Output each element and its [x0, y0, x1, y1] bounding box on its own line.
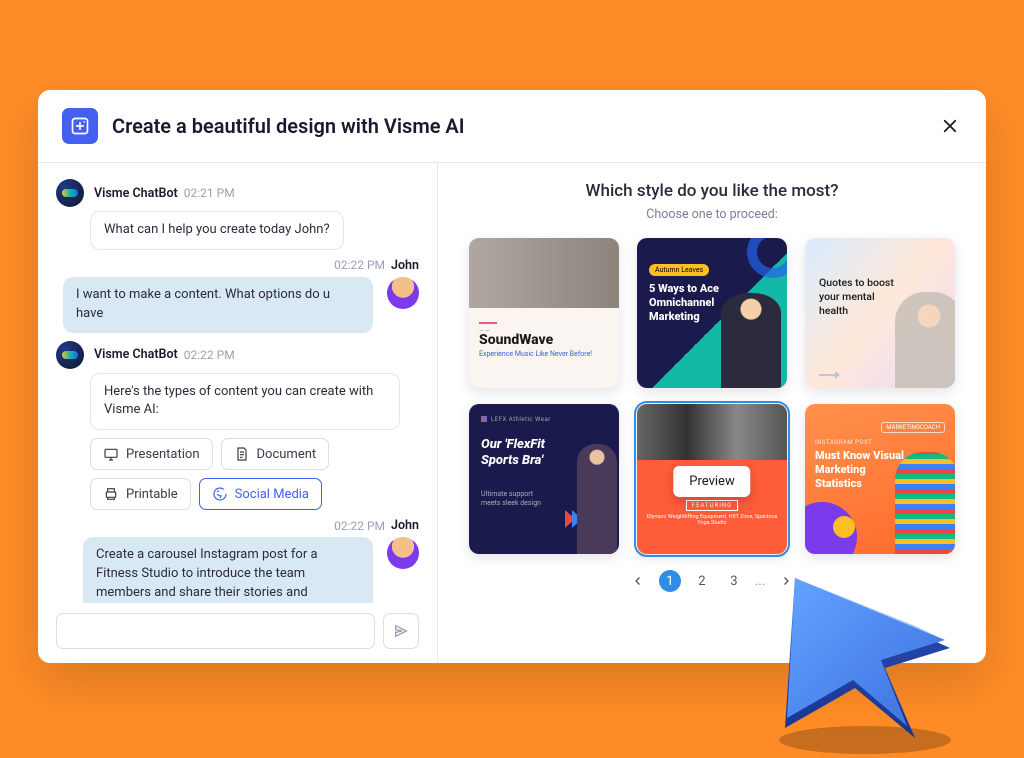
chevron-right-icon — [780, 575, 792, 587]
printable-icon — [103, 486, 119, 502]
style-title: Which style do you like the most? — [466, 181, 958, 201]
style-panel: Which style do you like the most? Choose… — [438, 163, 986, 663]
timestamp: 02:22 PM — [334, 258, 385, 272]
pager-page-3[interactable]: 3 — [723, 570, 745, 592]
message-bubble: I want to make a content. What options d… — [63, 277, 373, 333]
style-card-omnichannel[interactable]: Autumn Leaves 5 Ways to Ace Omnichannel … — [637, 238, 787, 388]
chip-label: Social Media — [235, 487, 309, 502]
style-card-flexfit[interactable]: LEFX Athletic Wear Our 'FlexFit Sports B… — [469, 404, 619, 554]
chip-label: Document — [257, 447, 317, 462]
chip-social-media[interactable]: Social Media — [199, 478, 322, 510]
message-bubble: Here's the types of content you can crea… — [90, 373, 400, 431]
user-avatar — [387, 537, 419, 569]
visme-ai-logo — [62, 108, 98, 144]
preview-tooltip: Preview — [673, 466, 750, 497]
chip-document[interactable]: Document — [221, 438, 330, 470]
card-featuring: FEATURING — [686, 500, 738, 511]
style-card-marketing-coach[interactable]: MARKETINGCOACH INSTAGRAM POST Must Know … — [805, 404, 955, 554]
style-grid: — — SoundWave Experience Music Like Neve… — [466, 238, 958, 554]
user-avatar — [387, 277, 419, 309]
close-button[interactable] — [938, 114, 962, 138]
modal-body: Visme ChatBot 02:21 PM What can I help y… — [38, 163, 986, 663]
content-type-chips: Presentation Document Printable Soc — [90, 438, 419, 510]
card-pill: Autumn Leaves — [649, 264, 709, 276]
chat-message-bot: Visme ChatBot 02:21 PM What can I help y… — [56, 179, 419, 250]
chat-message-bot: Visme ChatBot 02:22 PM Here's the types … — [56, 341, 419, 511]
card-sub: Ultimate support meets sleek design — [481, 490, 551, 508]
card-micro: INSTAGRAM POST — [815, 439, 945, 446]
bot-avatar — [56, 341, 84, 369]
timestamp: 02:22 PM — [334, 519, 385, 533]
timestamp: 02:22 PM — [184, 348, 235, 362]
sender-name: Visme ChatBot — [94, 186, 178, 201]
pager-page-2[interactable]: 2 — [691, 570, 713, 592]
chip-presentation[interactable]: Presentation — [90, 438, 213, 470]
chat-input[interactable] — [56, 613, 375, 649]
sender-name: Visme ChatBot — [94, 347, 178, 362]
card-headline: Must Know Visual Marketing Statistics — [815, 449, 907, 490]
card-headline: 5 Ways to Ace Omnichannel Marketing — [649, 282, 727, 323]
pager-prev[interactable] — [627, 570, 649, 592]
chat-message-user: 02:22 PM John Create a carousel Instagra… — [56, 518, 419, 603]
card-sub: Olympic Weightlifting Equipment, HIIT Zo… — [643, 514, 781, 526]
ai-design-modal: Create a beautiful design with Visme AI … — [38, 90, 986, 663]
chip-label: Printable — [126, 487, 178, 502]
modal-header: Create a beautiful design with Visme AI — [38, 90, 986, 163]
style-subtitle: Choose one to proceed: — [466, 207, 958, 222]
card-headline: Our 'FlexFit Sports Bra' — [481, 437, 571, 468]
card-headline: Quotes to boost your mental health — [819, 276, 901, 319]
document-icon — [234, 446, 250, 462]
style-card-soundwave[interactable]: — — SoundWave Experience Music Like Neve… — [469, 238, 619, 388]
card-brand: SoundWave — [479, 332, 609, 348]
chat-message-user: 02:22 PM John I want to make a content. … — [56, 258, 419, 333]
chat-panel: Visme ChatBot 02:21 PM What can I help y… — [38, 163, 438, 663]
chip-label: Presentation — [126, 447, 200, 462]
sender-name: John — [391, 518, 419, 533]
modal-title: Create a beautiful design with Visme AI — [112, 114, 938, 138]
sender-name: John — [391, 258, 419, 273]
chip-printable[interactable]: Printable — [90, 478, 191, 510]
social-icon — [212, 486, 228, 502]
chevron-left-icon — [632, 575, 644, 587]
message-bubble: Create a carousel Instagram post for a F… — [83, 537, 373, 603]
style-card-fitfusion[interactable]: FITFUSION STA RT GYM! FEATURING Olympic … — [637, 404, 787, 554]
chat-scroll[interactable]: Visme ChatBot 02:21 PM What can I help y… — [38, 163, 437, 603]
pager-ellipsis: ... — [755, 574, 765, 589]
bot-avatar — [56, 179, 84, 207]
chat-input-bar — [38, 603, 437, 663]
card-micro: LEFX Athletic Wear — [481, 416, 607, 423]
message-bubble: What can I help you create today John? — [90, 211, 344, 250]
card-badge: MARKETINGCOACH — [881, 422, 945, 433]
style-card-mental-health[interactable]: Quotes to boost your mental health — [805, 238, 955, 388]
presentation-icon — [103, 446, 119, 462]
pager-page-1[interactable]: 1 — [659, 570, 681, 592]
card-tagline: Experience Music Like Never Before! — [479, 350, 609, 358]
send-button[interactable] — [383, 613, 419, 649]
timestamp: 02:21 PM — [184, 186, 235, 200]
pagination: 1 2 3 ... — [466, 570, 958, 592]
pager-next[interactable] — [775, 570, 797, 592]
send-icon — [393, 623, 409, 639]
